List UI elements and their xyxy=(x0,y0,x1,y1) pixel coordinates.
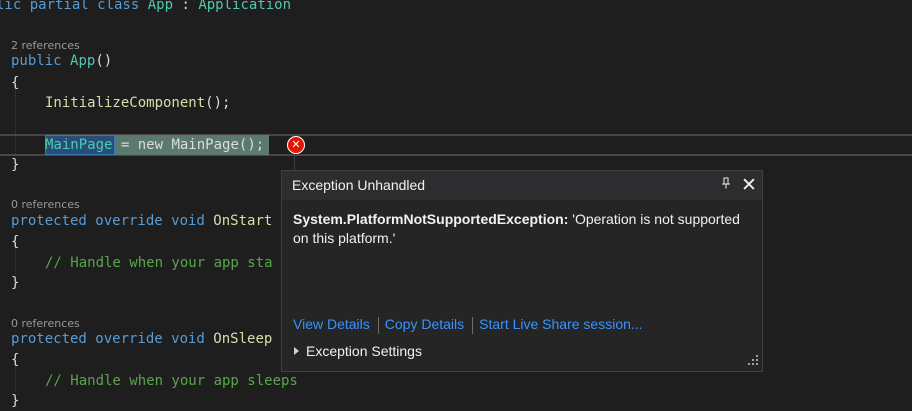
punctuation: () xyxy=(95,53,113,69)
punctuation: : xyxy=(173,0,199,13)
code-line-comment: // Handle when your app sleeps xyxy=(45,373,298,389)
code-line-constructor: public App() xyxy=(11,51,112,71)
popup-title: Exception Unhandled xyxy=(292,177,426,193)
exception-type: System.PlatformNotSupportedException: xyxy=(293,211,569,227)
keyword-new: = new xyxy=(112,137,172,153)
keyword: protected override void xyxy=(11,213,214,229)
code-line-open-brace: { xyxy=(11,75,20,91)
exception-settings-label: Exception Settings xyxy=(306,343,422,359)
code-line-onsleep: protected override void OnSleep xyxy=(11,329,272,349)
keyword: lic partial class xyxy=(0,0,148,13)
constructor-name: App xyxy=(70,53,96,69)
code-line-close-brace: } xyxy=(11,275,20,291)
base-class-name: Application xyxy=(198,0,292,13)
method-name: OnSleep xyxy=(213,331,273,347)
popup-header: Exception Unhandled ✕ xyxy=(282,171,762,200)
view-details-link[interactable]: View Details xyxy=(293,316,370,332)
code-line-close-brace: } xyxy=(11,393,20,409)
exception-popup: Exception Unhandled ✕ System.PlatformNot… xyxy=(281,170,763,372)
code-line-close-brace: } xyxy=(11,157,20,173)
close-icon[interactable]: ✕ xyxy=(740,175,758,195)
codelens-references[interactable]: 0 references xyxy=(11,198,80,212)
exception-message: System.PlatformNotSupportedException: 'O… xyxy=(293,210,758,248)
code-line-mainpage-assignment: MainPage = new MainPage(); xyxy=(45,135,264,155)
pin-icon-glyph xyxy=(722,177,730,189)
code-line-onstart: protected override void OnStart xyxy=(11,211,272,231)
popup-connector xyxy=(294,155,295,171)
copy-details-link[interactable]: Copy Details xyxy=(385,316,464,332)
link-separator xyxy=(377,316,379,334)
keyword: protected override void xyxy=(11,331,214,347)
code-line-open-brace: { xyxy=(11,352,20,368)
selected-identifier: MainPage xyxy=(45,137,113,153)
popup-links: View Details Copy Details Start Live Share… xyxy=(293,314,643,334)
error-icon[interactable]: ✕ xyxy=(287,136,305,154)
type-name: MainPage xyxy=(171,137,239,153)
pin-icon[interactable] xyxy=(718,176,734,194)
method-name: OnStart xyxy=(213,213,273,229)
code-line-class-declaration: lic partial class App : Application xyxy=(0,0,291,15)
expand-triangle-icon xyxy=(294,347,299,356)
punctuation: (); xyxy=(205,95,231,111)
code-line-initialize: InitializeComponent(); xyxy=(45,93,230,113)
exception-settings-expander[interactable]: Exception Settings xyxy=(294,341,422,361)
method-call: InitializeComponent xyxy=(45,95,206,111)
link-separator xyxy=(472,316,474,334)
keyword: public xyxy=(11,53,71,69)
punctuation: (); xyxy=(238,137,265,153)
code-line-open-brace: { xyxy=(11,234,20,250)
code-line-comment: // Handle when your app sta xyxy=(45,255,273,271)
resize-grip-icon[interactable] xyxy=(746,355,758,367)
live-share-link[interactable]: Start Live Share session... xyxy=(479,316,642,332)
class-name: App xyxy=(147,0,174,13)
